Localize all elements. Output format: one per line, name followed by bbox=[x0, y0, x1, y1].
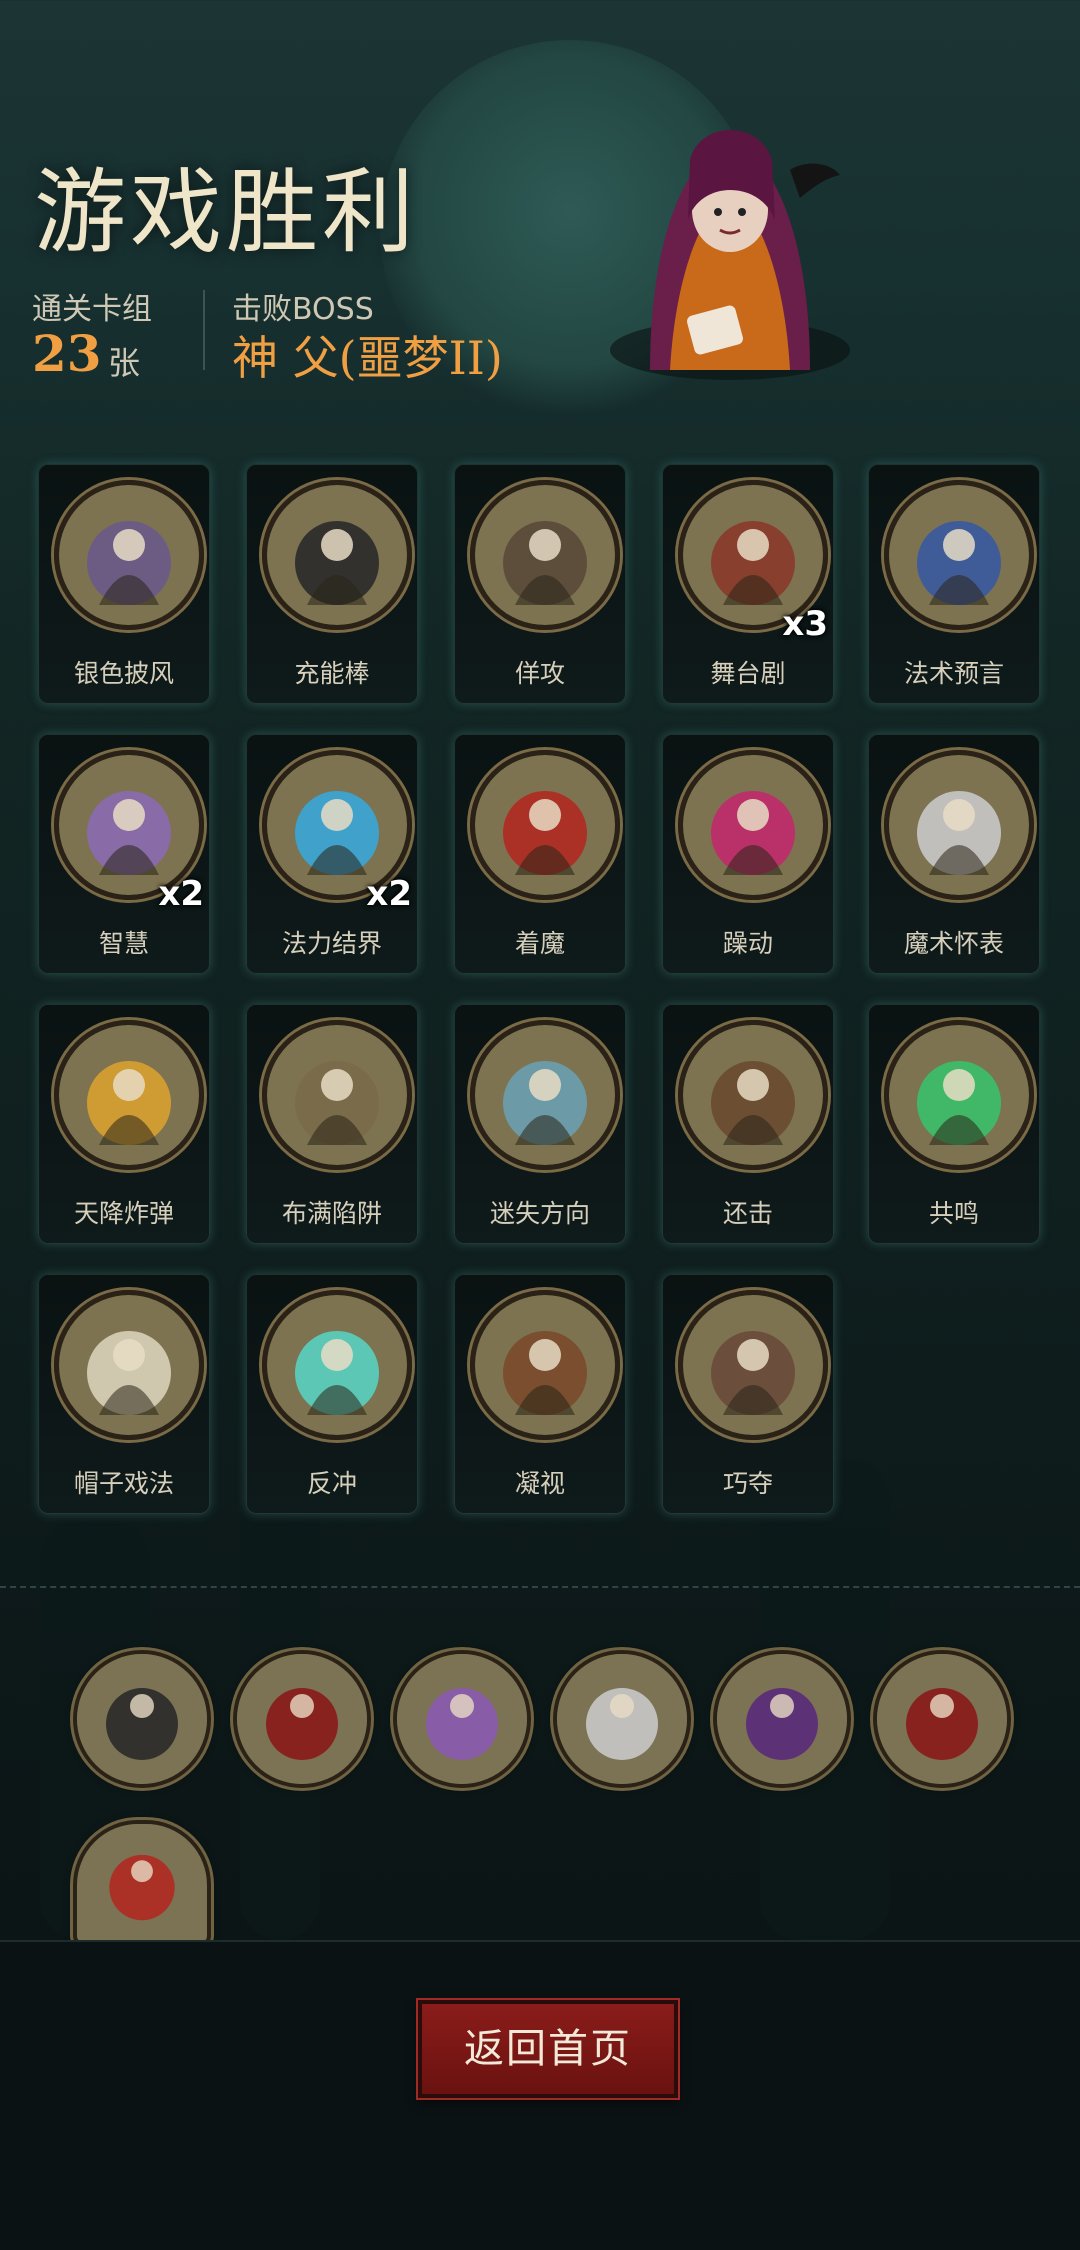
deck-card[interactable]: 魔术怀表 bbox=[868, 734, 1040, 974]
pocket-watch-icon bbox=[884, 750, 1034, 900]
deck-card-grid: 银色披风 充能棒 佯攻 x3 舞台剧 法术预言 x2 智慧 x2 法力结界 着魔 躁动 魔术怀表天降炸弹… bbox=[0, 420, 1080, 1580]
slash-icon[interactable] bbox=[553, 1650, 691, 1788]
section-divider bbox=[0, 1586, 1080, 1588]
card-name: 天降炸弹 bbox=[73, 1199, 174, 1228]
possessed-icon bbox=[470, 750, 620, 900]
counter-icon bbox=[678, 1020, 828, 1170]
card-count-badge: x2 bbox=[158, 874, 204, 914]
feint-icon bbox=[470, 480, 620, 630]
card-name: 舞台剧 bbox=[710, 659, 786, 688]
card-name: 凝视 bbox=[514, 1469, 565, 1498]
card-name: 着魔 bbox=[514, 929, 565, 958]
card-name: 反冲 bbox=[306, 1469, 357, 1498]
snatch-icon bbox=[678, 1290, 828, 1440]
possessed-icon[interactable] bbox=[73, 1820, 211, 1946]
deck-card[interactable]: 布满陷阱 bbox=[246, 1004, 418, 1244]
card-name: 法术预言 bbox=[903, 659, 1004, 688]
cloak-icon bbox=[54, 480, 204, 630]
rabbit-hat-icon bbox=[54, 1290, 204, 1440]
deck-label: 通关卡组 bbox=[32, 292, 152, 327]
deck-card[interactable]: x2 智慧 bbox=[38, 734, 210, 974]
hero-portrait bbox=[590, 100, 870, 380]
recoil-icon bbox=[262, 1290, 412, 1440]
deck-card[interactable]: 巧夺 bbox=[662, 1274, 834, 1514]
spike-trap-icon bbox=[262, 1020, 412, 1170]
card-count-badge: x2 bbox=[366, 874, 412, 914]
deck-card[interactable]: 天降炸弹 bbox=[38, 1004, 210, 1244]
card-name: 佯攻 bbox=[514, 659, 565, 688]
goblin-icon[interactable] bbox=[393, 1650, 531, 1788]
deck-card[interactable]: 反冲 bbox=[246, 1274, 418, 1514]
balloon-bomb-icon bbox=[54, 1020, 204, 1170]
skull-icon bbox=[884, 1020, 1034, 1170]
card-name: 智慧 bbox=[98, 929, 149, 958]
deck-card[interactable]: 凝视 bbox=[454, 1274, 626, 1514]
vampire-icon[interactable] bbox=[713, 1650, 851, 1788]
card-name: 躁动 bbox=[722, 929, 773, 958]
skull-card-icon[interactable] bbox=[233, 1650, 371, 1788]
page-title: 游戏胜利 bbox=[34, 159, 419, 266]
deck-count: 23 bbox=[32, 324, 102, 383]
deck-card[interactable]: 躁动 bbox=[662, 734, 834, 974]
deck-unit: 张 bbox=[108, 344, 141, 382]
card-name: 还击 bbox=[722, 1199, 773, 1228]
card-name: 布满陷阱 bbox=[281, 1199, 382, 1228]
deck-card[interactable]: 着魔 bbox=[454, 734, 626, 974]
owl-icon bbox=[470, 1290, 620, 1440]
deck-card[interactable]: 迷失方向 bbox=[454, 1004, 626, 1244]
deck-card[interactable]: 佯攻 bbox=[454, 464, 626, 704]
card-name: 银色披风 bbox=[73, 659, 174, 688]
card-name: 魔术怀表 bbox=[903, 929, 1004, 958]
signpost-icon bbox=[470, 1020, 620, 1170]
victory-header: 游戏胜利 通关卡组 23 张 击败BOSS 神 父(噩梦II) bbox=[0, 0, 1080, 420]
deck-card[interactable]: 银色披风 bbox=[38, 464, 210, 704]
card-name: 充能棒 bbox=[294, 659, 370, 688]
boss-name: 神 父(噩梦II) bbox=[232, 331, 503, 385]
card-count-badge: x3 bbox=[782, 604, 828, 644]
bomb-icon[interactable] bbox=[73, 1650, 211, 1788]
deck-card[interactable]: 法术预言 bbox=[868, 464, 1040, 704]
card-name: 巧夺 bbox=[722, 1469, 773, 1498]
stat-divider bbox=[203, 290, 205, 370]
frenzy-icon bbox=[678, 750, 828, 900]
card-name: 帽子戏法 bbox=[73, 1469, 174, 1498]
deck-card[interactable]: 还击 bbox=[662, 1004, 834, 1244]
return-home-button[interactable]: 返回首页 bbox=[418, 2000, 678, 2098]
cursed-card-icon[interactable] bbox=[873, 1650, 1011, 1788]
crystal-ball-icon bbox=[884, 480, 1034, 630]
deck-card[interactable]: 充能棒 bbox=[246, 464, 418, 704]
deck-card[interactable]: 帽子戏法 bbox=[38, 1274, 210, 1514]
card-name: 共鸣 bbox=[928, 1199, 979, 1228]
deck-card[interactable]: 共鸣 bbox=[868, 1004, 1040, 1244]
wand-icon bbox=[262, 480, 412, 630]
deck-card[interactable]: x3 舞台剧 bbox=[662, 464, 834, 704]
deck-card[interactable]: x2 法力结界 bbox=[246, 734, 418, 974]
card-name: 法力结界 bbox=[281, 929, 382, 958]
card-name: 迷失方向 bbox=[489, 1199, 590, 1228]
